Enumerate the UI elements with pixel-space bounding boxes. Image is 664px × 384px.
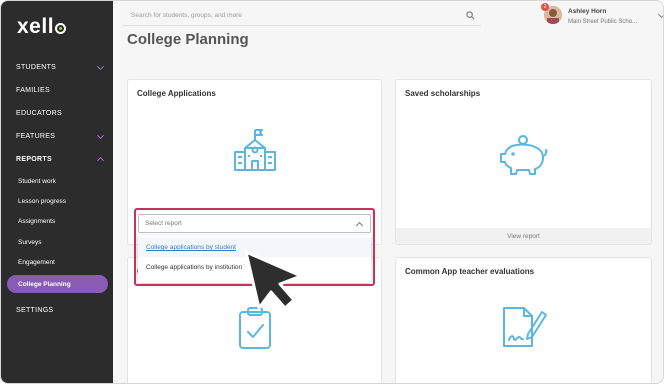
view-report-label: View report — [507, 232, 540, 240]
sidebar-subitem-engagement[interactable]: Engagement — [1, 253, 113, 271]
card-title: Saved scholarships — [405, 89, 481, 98]
signed-document-icon — [503, 307, 547, 347]
sidebar-subitem-college-planning[interactable]: College Planning — [7, 275, 108, 293]
view-report-link[interactable]: View report — [396, 228, 651, 244]
sidebar-item-students[interactable]: STUDENTS — [1, 57, 113, 77]
notification-badge: 2 — [541, 3, 549, 11]
school-building-icon — [234, 129, 276, 171]
user-school: Main Street Public Scho... — [568, 19, 638, 25]
xello-logo[interactable]: xell — [17, 13, 67, 41]
user-menu[interactable]: 2 Ashley Horn Main Street Public Scho... — [541, 3, 663, 29]
sidebar-item-reports[interactable]: REPORTS — [1, 149, 113, 169]
sidebar-item-settings[interactable]: SETTINGS — [1, 300, 113, 320]
sidebar-item-families[interactable]: FAMILIES — [1, 80, 113, 100]
sidebar-item-educators[interactable]: EDUCATORS — [1, 103, 113, 123]
sidebar-item-label: FAMILIES — [16, 86, 50, 94]
chevron-down-icon — [96, 131, 105, 140]
piggy-bank-icon — [500, 135, 548, 175]
sidebar-subitem-lesson-progress[interactable]: Lesson progress — [1, 192, 113, 210]
sidebar-subitem-surveys[interactable]: Surveys — [1, 233, 113, 251]
search-input[interactable]: Search for students, groups, and more — [123, 6, 481, 26]
sidebar-subitem-label: Engagement — [18, 258, 55, 266]
sidebar-subitem-label: College Planning — [18, 280, 71, 288]
search-icon[interactable] — [466, 11, 475, 20]
chevron-up-icon — [96, 156, 105, 165]
card-common-app-evaluations: Common App teacher evaluations — [395, 257, 652, 383]
chevron-down-icon[interactable] — [657, 10, 663, 19]
sidebar-item-label: REPORTS — [16, 155, 52, 163]
card-saved-scholarships: Saved scholarships View report — [395, 79, 652, 245]
user-name: Ashley Horn — [568, 8, 607, 15]
logo-o-icon — [55, 22, 67, 34]
page-title: College Planning — [127, 31, 249, 48]
card-title: College Applications — [137, 89, 216, 98]
sidebar-subitem-label: Surveys — [18, 238, 42, 246]
sidebar-item-features[interactable]: FEATURES — [1, 126, 113, 146]
search-placeholder: Search for students, groups, and more — [131, 12, 242, 19]
sidebar: xell STUDENTS FAMILIES EDUCATORS FEATURE… — [1, 1, 113, 383]
sidebar-item-label: FEATURES — [16, 132, 56, 140]
sidebar-item-label: STUDENTS — [16, 63, 57, 71]
sidebar-subitem-label: Assignments — [18, 217, 56, 225]
mouse-pointer-icon — [244, 250, 303, 310]
sidebar-subitem-label: Student work — [18, 177, 56, 185]
card-title: Common App teacher evaluations — [405, 267, 535, 276]
sidebar-subitem-label: Lesson progress — [18, 197, 67, 205]
sidebar-item-label: EDUCATORS — [16, 109, 63, 117]
sidebar-subitem-assignments[interactable]: Assignments — [1, 212, 113, 230]
top-bar: Search for students, groups, and more 2 … — [113, 1, 663, 31]
chevron-down-icon — [96, 62, 105, 71]
sidebar-item-label: SETTINGS — [16, 306, 54, 314]
logo-text: xell — [17, 15, 55, 38]
app-window: xell STUDENTS FAMILIES EDUCATORS FEATURE… — [0, 0, 664, 384]
sidebar-subitem-student-work[interactable]: Student work — [1, 172, 113, 190]
